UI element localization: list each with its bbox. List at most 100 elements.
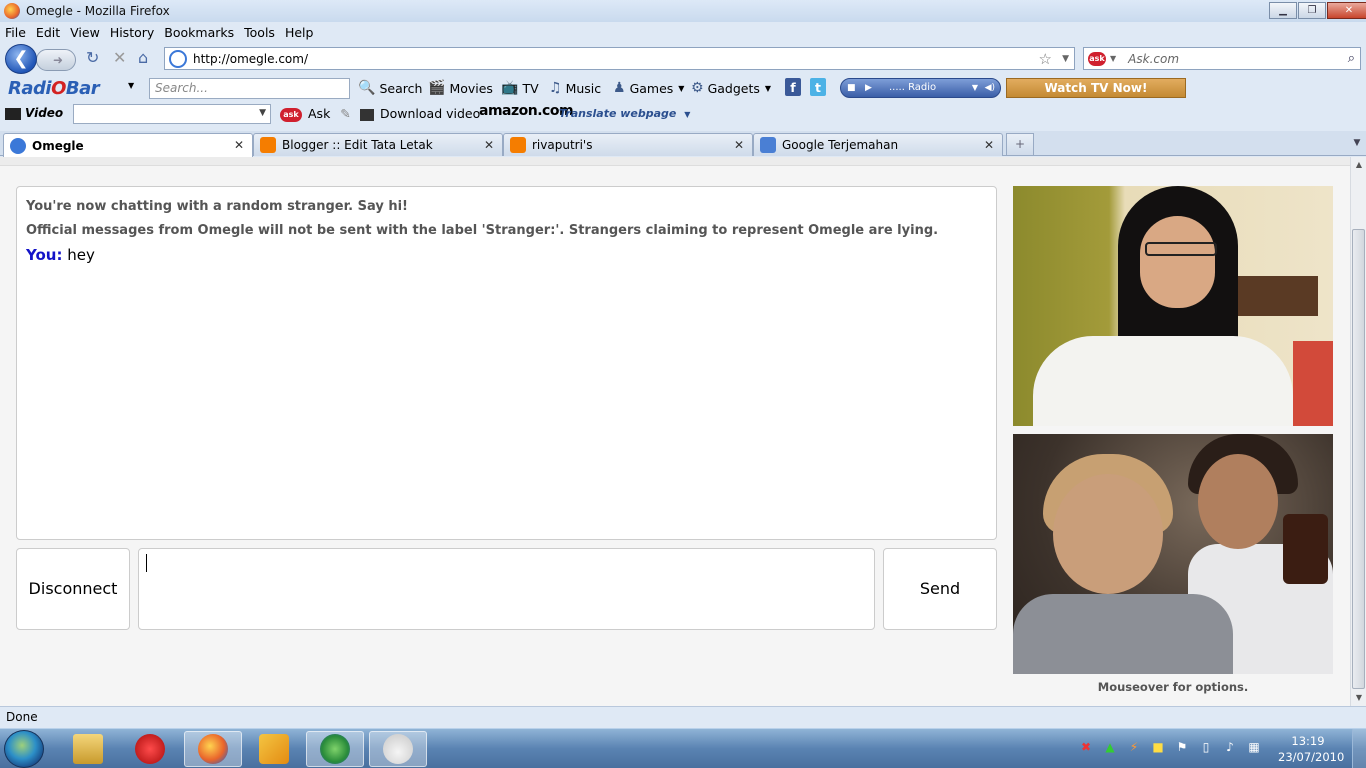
video-scene-shirt: [1033, 336, 1293, 426]
radiobar-logo[interactable]: RadiOBar: [8, 78, 100, 99]
paint-taskbar-button[interactable]: [369, 731, 427, 767]
clock[interactable]: 13:19 23/07/2010: [1278, 733, 1345, 765]
winamp-taskbar-button[interactable]: [245, 731, 303, 767]
tv-label: TV: [522, 80, 539, 96]
menu-bar: File Edit View History Bookmarks Tools H…: [0, 22, 1366, 42]
radio-play-icon[interactable]: ▶: [865, 79, 872, 97]
red-app-icon: [135, 734, 165, 764]
drive-tray-icon[interactable]: ▲: [1102, 739, 1118, 755]
menu-bookmarks[interactable]: Bookmarks: [164, 25, 234, 40]
video-label-text: Video: [25, 106, 64, 120]
ask-button[interactable]: ask Ask ✎: [280, 106, 351, 122]
radio-player[interactable]: ■ ▶ ..... Radio ▼ ◀): [840, 78, 1001, 98]
tab-list-icon[interactable]: ▼: [1348, 133, 1366, 156]
security-tray-icon[interactable]: ✖: [1078, 739, 1094, 755]
radio-dropdown-icon[interactable]: ▼: [972, 79, 978, 97]
minimize-button[interactable]: ▁: [1269, 2, 1297, 19]
search-placeholder[interactable]: Ask.com: [1128, 52, 1179, 66]
show-desktop-button[interactable]: [1352, 729, 1366, 768]
address-bar[interactable]: http://omegle.com/ ☆ ▼: [164, 47, 1075, 70]
back-arrow-icon: ❮: [13, 48, 29, 69]
messenger-taskbar-button[interactable]: [306, 731, 364, 767]
tab-blogger-edit[interactable]: Blogger :: Edit Tata Letak ✕: [253, 133, 503, 156]
firefox-taskbar-button[interactable]: [184, 731, 242, 767]
new-tab-button[interactable]: +: [1006, 133, 1034, 156]
magnifier-icon: 🔍: [358, 80, 376, 96]
app-taskbar-button[interactable]: [121, 731, 179, 767]
clock-time: 13:19: [1291, 734, 1325, 748]
url-dropdown-icon[interactable]: ▼: [1062, 54, 1069, 64]
movies-button[interactable]: 🎬 Movies: [428, 80, 493, 96]
search-box[interactable]: ask ▼ Ask.com ⌕: [1083, 47, 1361, 70]
send-button[interactable]: Send: [883, 548, 997, 630]
self-video[interactable]: [1013, 434, 1333, 674]
close-tab-icon[interactable]: ✕: [234, 138, 244, 152]
volume-icon[interactable]: ◀): [985, 79, 995, 97]
scroll-down-icon[interactable]: ▼: [1351, 690, 1366, 706]
video-select-dropdown-icon: ▼: [259, 108, 266, 118]
radiobar-search-button[interactable]: 🔍 Search: [358, 80, 422, 96]
engine-dropdown-icon[interactable]: ▼: [1110, 54, 1116, 63]
disconnect-button[interactable]: Disconnect: [16, 548, 130, 630]
search-icon[interactable]: ⌕: [1348, 51, 1355, 66]
twitter-icon[interactable]: t: [810, 78, 826, 96]
gadgets-button[interactable]: ⚙ Gadgets ▼: [691, 80, 771, 96]
menu-tools[interactable]: Tools: [244, 25, 275, 40]
close-tab-icon[interactable]: ✕: [484, 138, 494, 152]
radiobar-search-input[interactable]: Search...: [149, 78, 350, 99]
watch-tv-button[interactable]: Watch TV Now!: [1006, 78, 1186, 98]
download-icon: [360, 108, 374, 121]
reload-icon[interactable]: ↻: [86, 48, 99, 67]
radiobar-dropdown-icon[interactable]: ▼: [128, 81, 134, 90]
vertical-scrollbar[interactable]: ▲ ▼: [1350, 157, 1366, 706]
flag-icon[interactable]: ⚑: [1174, 739, 1190, 755]
radio-stop-icon[interactable]: ■: [847, 79, 856, 97]
menu-history[interactable]: History: [110, 25, 154, 40]
volume-icon[interactable]: ♪: [1222, 739, 1238, 755]
forward-button[interactable]: ➜: [36, 49, 76, 71]
ask-engine-icon[interactable]: ask: [1088, 51, 1106, 66]
stranger-video[interactable]: [1013, 186, 1333, 426]
menu-edit[interactable]: Edit: [36, 25, 60, 40]
power-icon[interactable]: ▯: [1198, 739, 1214, 755]
gear-icon: ⚙: [691, 80, 704, 96]
translate-label: Translate webpage: [559, 107, 677, 120]
url-text[interactable]: http://omegle.com/: [193, 52, 308, 66]
music-button[interactable]: ♫ Music: [549, 80, 601, 96]
translate-button[interactable]: Translate webpage ▼: [559, 107, 690, 120]
home-icon[interactable]: ⌂: [138, 48, 148, 67]
download-video-button[interactable]: Download video: [360, 106, 480, 121]
menu-help[interactable]: Help: [285, 25, 314, 40]
tab-google-translate[interactable]: Google Terjemahan ✕: [753, 133, 1003, 156]
close-window-button[interactable]: ✕: [1327, 2, 1366, 19]
scroll-up-icon[interactable]: ▲: [1351, 157, 1366, 173]
tab-strip: Omegle ✕ Blogger :: Edit Tata Letak ✕ ri…: [0, 131, 1366, 157]
close-tab-icon[interactable]: ✕: [734, 138, 744, 152]
chat-log: You're now chatting with a random strang…: [16, 186, 997, 540]
stop-icon[interactable]: ✕: [113, 48, 126, 67]
tv-button[interactable]: 📺 TV: [501, 80, 539, 96]
radio-station-label[interactable]: ..... Radio: [889, 82, 936, 93]
network-icon[interactable]: ▦: [1246, 739, 1262, 755]
scroll-thumb[interactable]: [1352, 229, 1365, 689]
bookmark-star-icon[interactable]: ☆: [1039, 50, 1052, 68]
menu-view[interactable]: View: [70, 25, 100, 40]
back-button[interactable]: ❮: [5, 44, 37, 74]
clock-date: 23/07/2010: [1278, 750, 1345, 764]
explorer-taskbar-button[interactable]: [59, 731, 117, 767]
video-label[interactable]: Video ▼: [5, 106, 80, 120]
flash-tray-icon[interactable]: ⚡: [1126, 739, 1142, 755]
tab-rivaputri[interactable]: rivaputri's ✕: [503, 133, 753, 156]
message-input[interactable]: [138, 548, 875, 630]
games-button[interactable]: ♟ Games ▼: [613, 80, 684, 96]
close-tab-icon[interactable]: ✕: [984, 138, 994, 152]
facebook-icon[interactable]: f: [785, 78, 801, 96]
maximize-button[interactable]: ❐: [1298, 2, 1326, 19]
video-select[interactable]: ▼: [73, 104, 271, 124]
windows-tray-icon[interactable]: ■: [1150, 739, 1166, 755]
video-toolbar: Video ▼ ▼ askAsk ✎ Download video amazon…: [0, 101, 1366, 126]
window-controls: ▁ ❐ ✕: [1268, 2, 1366, 19]
menu-file[interactable]: File: [5, 25, 26, 40]
start-button[interactable]: [4, 730, 44, 768]
tab-omegle[interactable]: Omegle ✕: [3, 133, 253, 157]
